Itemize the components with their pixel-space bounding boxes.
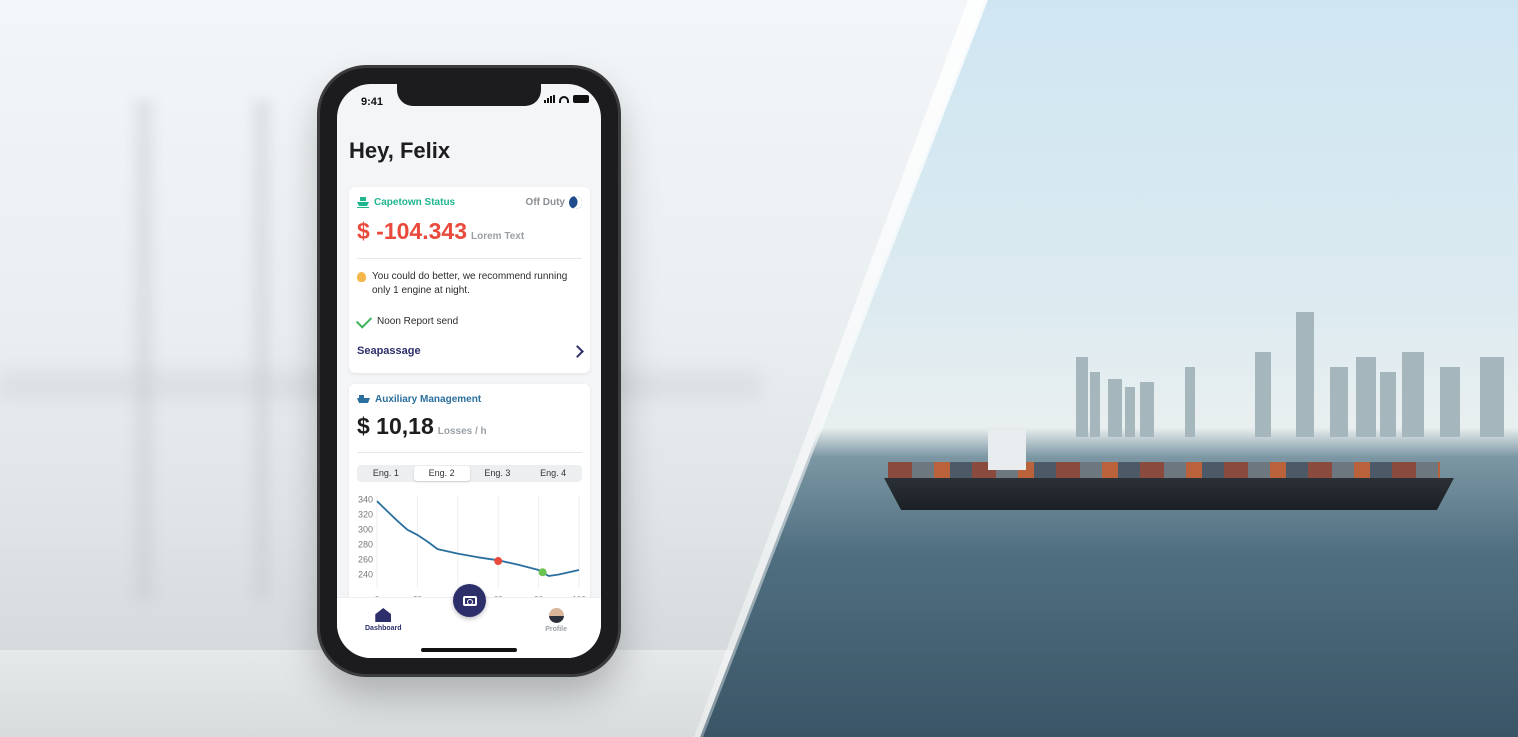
status-amount-caption: Lorem Text bbox=[470, 231, 525, 242]
avatar bbox=[548, 608, 564, 623]
series-line bbox=[376, 500, 580, 577]
camera-button[interactable] bbox=[453, 584, 486, 617]
tab-eng-1[interactable]: Eng. 1 bbox=[358, 466, 414, 481]
auxiliary-card: Auxiliary Management $ 10,18 Losses / h E… bbox=[349, 384, 590, 614]
y-tick-label: 260 bbox=[358, 555, 373, 565]
phone-notch bbox=[397, 84, 541, 106]
status-icons bbox=[544, 95, 589, 103]
lightbulb-icon bbox=[357, 272, 366, 282]
divider bbox=[357, 258, 582, 259]
nav-dashboard-label: Dashboard bbox=[365, 625, 402, 632]
data-point-marker bbox=[494, 557, 503, 566]
status-amount: $ -104.343 Lorem Text bbox=[357, 218, 524, 245]
phone-screen: 9:41 Hey, Felix Capetown Status Off Duty… bbox=[337, 84, 601, 658]
check-icon bbox=[355, 311, 373, 329]
greeting-title: Hey, Felix bbox=[349, 138, 451, 163]
y-tick-label: 240 bbox=[358, 570, 373, 580]
tip-text: You could do better, we recommend runnin… bbox=[372, 271, 568, 296]
y-tick-label: 320 bbox=[358, 510, 373, 520]
engine-tabs: Eng. 1 Eng. 2 Eng. 3 Eng. 4 bbox=[357, 465, 582, 482]
container-ship bbox=[884, 478, 1454, 510]
aux-amount: $ 10,18 Losses / h bbox=[357, 413, 487, 440]
tab-eng-4[interactable]: Eng. 4 bbox=[525, 466, 581, 481]
duty-label: Off Duty bbox=[525, 197, 565, 208]
noon-report-text: Noon Report send bbox=[377, 316, 459, 327]
seapassage-link[interactable]: Seapassage bbox=[357, 344, 584, 358]
moon-icon bbox=[567, 194, 584, 211]
nav-profile[interactable]: Profile bbox=[545, 608, 567, 633]
y-tick-label: 280 bbox=[358, 540, 373, 550]
aux-amount-value: $ 10,18 bbox=[357, 413, 434, 439]
divider bbox=[357, 452, 582, 453]
recommendation-tip: You could do better, we recommend runnin… bbox=[357, 270, 579, 298]
status-card[interactable]: Capetown Status Off Duty $ -104.343 Lorem… bbox=[349, 187, 590, 373]
tab-eng-3[interactable]: Eng. 3 bbox=[470, 466, 526, 481]
status-amount-value: $ -104.343 bbox=[357, 218, 467, 244]
nav-dashboard[interactable]: Dashboard bbox=[365, 608, 402, 632]
ship-containers bbox=[888, 462, 1440, 480]
camera-icon bbox=[462, 595, 477, 606]
bridge-tower bbox=[135, 100, 271, 600]
status-card-header: Capetown Status bbox=[357, 197, 455, 208]
signal-icon bbox=[544, 95, 555, 103]
ship-icon bbox=[357, 197, 369, 208]
tab-eng-2[interactable]: Eng. 2 bbox=[413, 466, 470, 481]
wifi-icon bbox=[559, 95, 569, 103]
status-time: 9:41 bbox=[361, 96, 384, 108]
duty-status[interactable]: Off Duty bbox=[525, 194, 584, 211]
nav-profile-label: Profile bbox=[545, 626, 567, 633]
aux-amount-caption: Losses / h bbox=[437, 426, 487, 437]
battery-icon bbox=[573, 95, 589, 103]
aux-card-header: Auxiliary Management bbox=[357, 394, 481, 405]
chevron-right-icon bbox=[571, 344, 584, 358]
home-indicator bbox=[421, 648, 517, 652]
seapassage-label: Seapassage bbox=[357, 345, 421, 357]
data-point-marker bbox=[538, 568, 547, 577]
y-tick-label: 300 bbox=[358, 525, 373, 535]
y-tick-label: 340 bbox=[358, 495, 373, 505]
aux-card-title: Auxiliary Management bbox=[375, 394, 482, 405]
noon-report-status: Noon Report send bbox=[355, 311, 459, 329]
engine-icon bbox=[357, 394, 370, 403]
status-card-title: Capetown Status bbox=[374, 197, 456, 208]
home-icon bbox=[375, 608, 392, 622]
ship-bridge bbox=[988, 430, 1026, 470]
